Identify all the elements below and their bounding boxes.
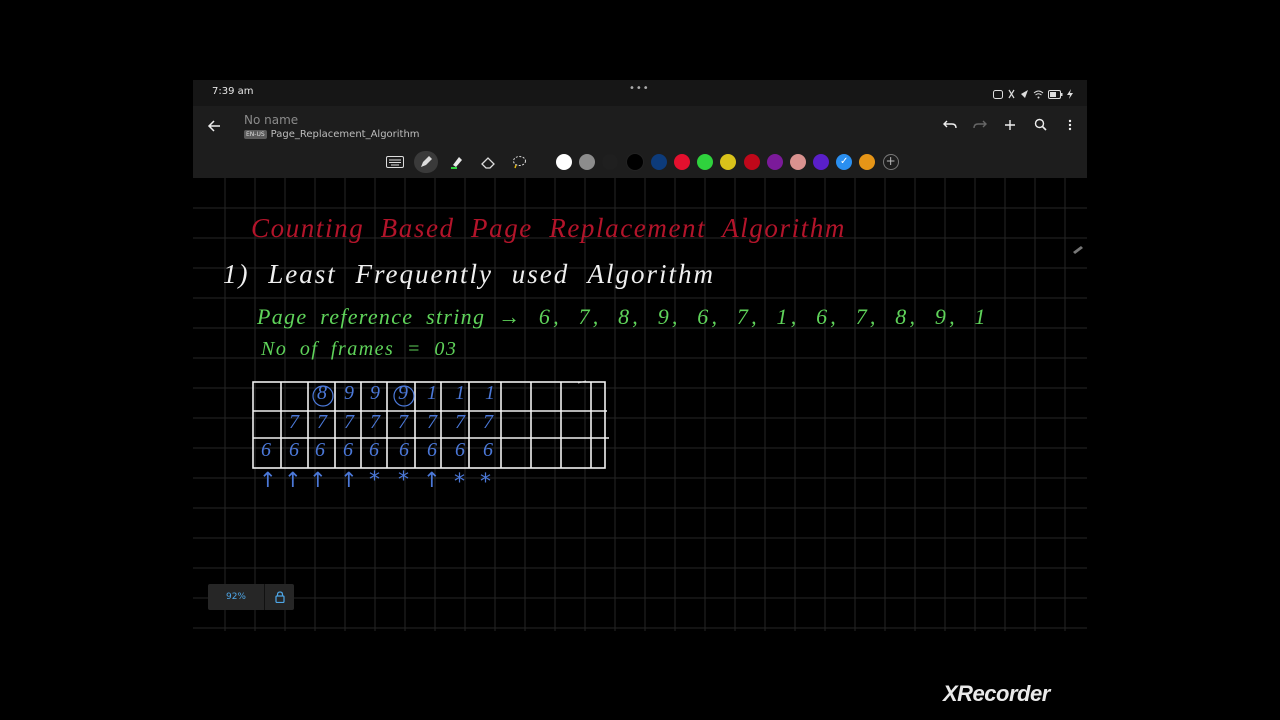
color-swatch[interactable]	[697, 154, 714, 170]
color-swatch[interactable]	[556, 154, 572, 170]
recorder-watermark: XRecorder	[943, 681, 1050, 706]
zoom-level[interactable]: 92%	[208, 592, 264, 602]
frame-cell: 6	[261, 439, 271, 461]
frame-cell: 6	[343, 439, 353, 461]
fault-marker: ↑	[423, 468, 441, 492]
frame-cell: 7	[398, 411, 408, 433]
hit-marker: *	[369, 468, 380, 493]
lasso-icon[interactable]	[507, 151, 531, 173]
arrow-left-icon[interactable]	[207, 118, 221, 137]
battery-icon	[1048, 84, 1063, 103]
frame-cell: 6	[369, 439, 379, 461]
drawing-toolbar: ✓ +	[383, 151, 899, 173]
note-heading: Counting Based Page Replacement Algorith…	[251, 213, 847, 243]
frame-cell: 9	[370, 382, 380, 404]
color-swatch[interactable]	[625, 153, 644, 171]
frame-cell: 9	[344, 382, 354, 404]
frame-cell: 7	[317, 411, 327, 433]
lock-icon[interactable]	[265, 591, 294, 603]
frames-count: No of frames = 03	[261, 338, 458, 360]
color-swatch[interactable]	[789, 154, 806, 170]
screen-record-icon	[993, 84, 1003, 103]
frame-cell: 6	[289, 439, 299, 461]
frame-cell: 7	[289, 411, 299, 433]
reference-string-line: Page reference string → 6, 7, 8, 9, 6, 7…	[257, 304, 989, 330]
pen-cursor-icon	[1073, 246, 1083, 254]
frame-cell: 1	[485, 382, 495, 404]
frame-cell: 6	[315, 439, 325, 461]
hit-marker: *	[398, 468, 409, 493]
frame-cell: 9	[398, 382, 408, 404]
status-time: 7:39 am	[212, 86, 254, 97]
document-title[interactable]: No name	[244, 113, 298, 127]
reference-label: Page reference string →	[257, 304, 522, 329]
color-swatch[interactable]	[720, 154, 737, 170]
note-canvas[interactable]: Counting Based Page Replacement Algorith…	[193, 178, 1087, 631]
fault-marker: ↑	[309, 468, 327, 492]
frame-cell: 7	[427, 411, 437, 433]
vibrate-icon	[1007, 84, 1016, 103]
frame-cell: 6	[483, 439, 493, 461]
more-vertical-icon[interactable]	[1063, 119, 1077, 135]
app-bar: No name EN-US Page_Replacement_Algorithm	[193, 106, 1087, 178]
frame-cell: 6	[455, 439, 465, 461]
location-icon	[1020, 84, 1029, 103]
search-icon[interactable]	[1033, 118, 1047, 135]
fault-marker: ↑	[284, 468, 302, 492]
hit-marker: *	[480, 470, 491, 495]
color-swatch[interactable]	[673, 154, 690, 170]
color-swatch[interactable]	[813, 154, 830, 170]
frame-cell: 1	[455, 382, 465, 404]
undo-icon[interactable]	[943, 119, 957, 135]
reference-string: 6, 7, 8, 9, 6, 7, 1, 6, 7, 8, 9, 1	[538, 304, 989, 329]
frame-cell: 7	[455, 411, 465, 433]
tablet-screen: 7:39 am ••• No name EN-US Page_Replaceme…	[193, 80, 1087, 631]
frame-cell: 6	[427, 439, 437, 461]
color-swatch[interactable]	[743, 154, 760, 170]
note-item: 1) Least Frequently used Algorithm	[223, 259, 715, 289]
fault-marker: ↑	[259, 468, 277, 492]
color-swatch[interactable]	[579, 154, 596, 170]
color-swatch[interactable]	[602, 154, 619, 170]
pen-icon[interactable]	[414, 151, 438, 173]
status-bar: 7:39 am •••	[193, 80, 1087, 106]
frame-cell: 6	[399, 439, 409, 461]
frame-cell: 8	[317, 382, 327, 404]
highlighter-icon[interactable]	[445, 151, 469, 173]
keyboard-icon[interactable]	[383, 151, 407, 173]
hit-marker: *	[454, 470, 465, 495]
plus-icon[interactable]	[1003, 119, 1017, 135]
wifi-icon	[1033, 84, 1044, 103]
appbar-actions	[943, 118, 1077, 135]
document-subtitle: EN-US Page_Replacement_Algorithm	[244, 129, 420, 140]
redo-icon[interactable]	[973, 119, 987, 135]
check-icon: ✓	[840, 156, 849, 167]
charging-icon	[1067, 84, 1073, 103]
frame-cell: 7	[370, 411, 380, 433]
eraser-icon[interactable]	[476, 151, 500, 173]
frame-cell: 7	[344, 411, 354, 433]
add-color-icon[interactable]: +	[882, 154, 899, 170]
multiwindow-dots[interactable]: •••	[629, 83, 650, 94]
frame-cell: 1	[427, 382, 437, 404]
notebook-name: Page_Replacement_Algorithm	[270, 129, 420, 140]
color-swatch[interactable]	[859, 154, 876, 170]
color-swatch[interactable]	[650, 154, 667, 170]
zoom-control: 92%	[208, 584, 294, 610]
frame-cell: 7	[483, 411, 493, 433]
language-tag: EN-US	[244, 130, 267, 139]
color-swatch[interactable]	[766, 154, 783, 170]
status-icons	[993, 87, 1073, 99]
color-swatch-selected[interactable]: ✓	[836, 154, 853, 170]
fault-marker: ↑	[340, 468, 358, 492]
